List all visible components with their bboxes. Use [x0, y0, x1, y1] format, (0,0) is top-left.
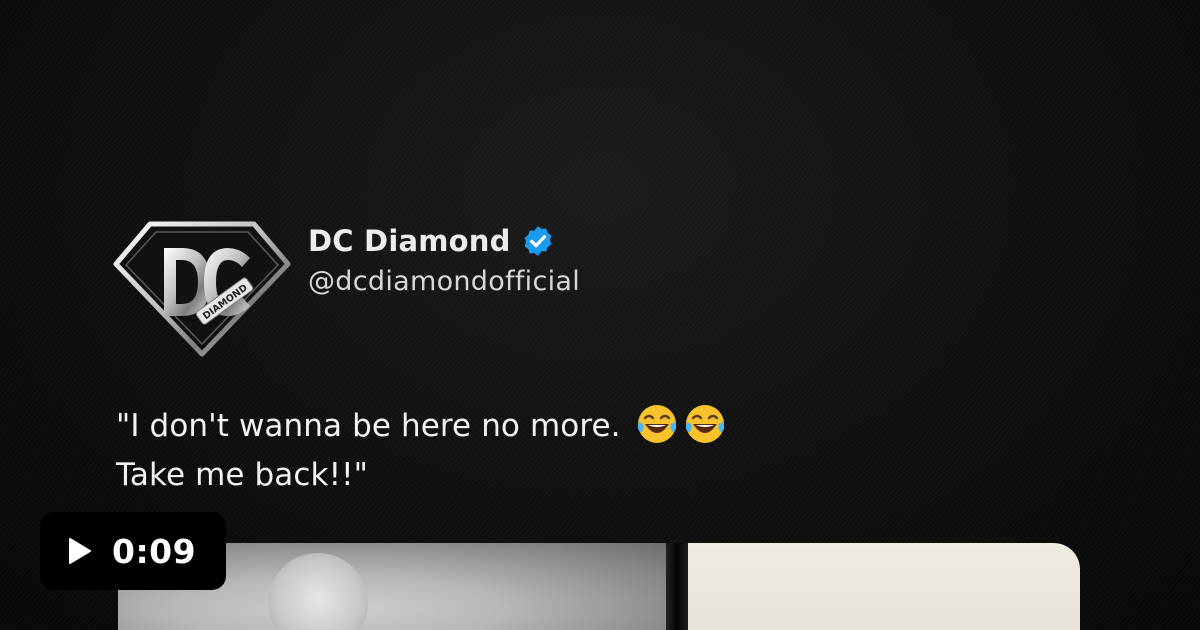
media-photo-right	[688, 543, 1080, 630]
video-thumbnail[interactable]: DIAMOND DC Diamond @dcdiamondofficial "I…	[0, 0, 1200, 630]
post-text-line-2: Take me back!!"	[116, 457, 368, 493]
video-duration: 0:09	[112, 531, 197, 571]
post-text-line-1-content: "I don't wanna be here no more.	[116, 408, 621, 444]
author-display-name[interactable]: DC Diamond	[308, 224, 555, 258]
post-text: "I don't wanna be here no more. Take me …	[116, 402, 727, 500]
face-with-tears-of-joy-icon	[685, 405, 724, 443]
media-divider	[666, 543, 688, 630]
author-name-text[interactable]: DC Diamond	[308, 224, 511, 258]
media-figure	[268, 553, 368, 630]
face-with-tears-of-joy-icon	[637, 405, 676, 443]
post-text-line-1: "I don't wanna be here no more.	[116, 402, 727, 451]
dc-diamond-logo-avatar[interactable]: DIAMOND	[112, 218, 292, 358]
post-media-image[interactable]	[118, 543, 1080, 630]
verified-badge-icon	[524, 226, 551, 256]
author-handle[interactable]: @dcdiamondofficial	[308, 266, 580, 297]
play-icon[interactable]	[64, 536, 94, 566]
video-play-badge[interactable]: 0:09	[40, 512, 226, 590]
